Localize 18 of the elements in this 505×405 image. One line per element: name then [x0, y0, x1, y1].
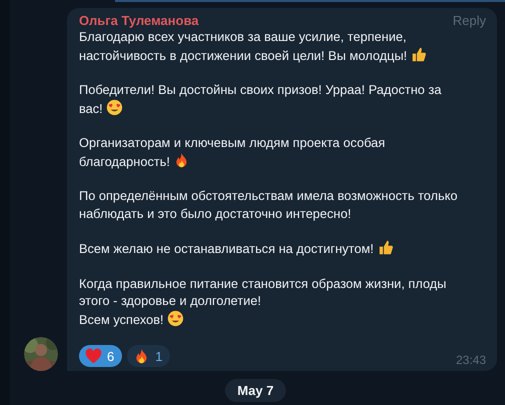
- date-separator: May 7: [225, 379, 286, 402]
- author-name: Ольга Тулеманова: [79, 13, 199, 28]
- message-text: Благодарю всех участников за ваше усилие, терпение, настойчивость в достижении своей цели! Вы молодцы!: [79, 28, 464, 64]
- heart-eyes-icon: [166, 310, 184, 326]
- message-text: По определённым обстоятельствам имела возможность только наблюдать и это было достаточно интересно!: [79, 187, 459, 222]
- message-text: Всем желаю не останавливаться на достигнутом!: [79, 239, 464, 258]
- reaction-button[interactable]: 6: [79, 345, 122, 367]
- reply-button[interactable]: Reply: [452, 13, 486, 28]
- message-text: Организаторам и ключевым людям проекта особая благодарность!: [79, 134, 386, 170]
- heart-icon: [85, 348, 102, 364]
- message-time: 23:43: [456, 353, 486, 367]
- message-text: Всем успехов!: [79, 310, 464, 328]
- reaction-button[interactable]: 1: [127, 345, 170, 367]
- message-text: Победители! Вы достойны своих призов! Урраа! Радостно за вас!: [79, 81, 442, 117]
- heart-eyes-icon: [106, 98, 123, 116]
- thumbs-up-icon: [376, 239, 394, 256]
- thumbs-up-icon: [410, 46, 428, 62]
- message-text: Когда правильное питание становится образом жизни, плоды этого - здоровье и долголетие!: [79, 274, 448, 310]
